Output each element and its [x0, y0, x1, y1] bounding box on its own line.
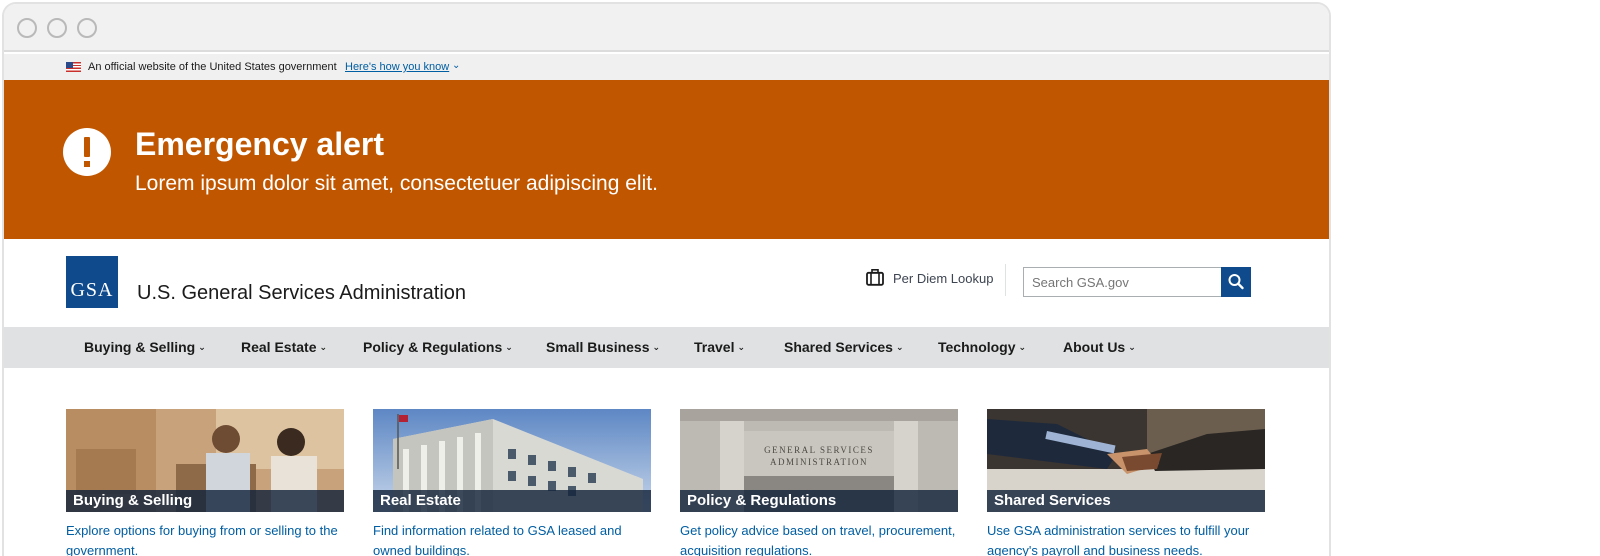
header-divider: [1005, 264, 1006, 296]
card-shared-services[interactable]: Shared Services Use GSA administration s…: [987, 409, 1265, 556]
nav-travel[interactable]: Travel ⌄: [694, 339, 745, 355]
chevron-down-icon: ⌄: [1128, 342, 1136, 352]
close-window-button[interactable]: [17, 18, 37, 38]
nav-label: About Us: [1063, 339, 1126, 355]
chevron-down-icon: ⌄: [737, 342, 746, 352]
chevron-down-icon: ⌄: [1018, 342, 1027, 352]
svg-text:ADMINISTRATION: ADMINISTRATION: [770, 457, 868, 467]
card-description[interactable]: Get policy advice based on travel, procu…: [680, 521, 958, 556]
nav-label: Buying & Selling: [84, 339, 196, 355]
official-gov-banner: An official website of the United States…: [4, 54, 1329, 80]
chevron-down-icon: ⌄: [198, 342, 206, 352]
per-diem-lookup-link[interactable]: Per Diem Lookup: [893, 271, 993, 286]
nav-policy-regulations[interactable]: Policy & Regulations ⌄: [363, 339, 513, 355]
card-description[interactable]: Find information related to GSA leased a…: [373, 521, 651, 556]
card-real-estate[interactable]: Real Estate Find information related to …: [373, 409, 651, 556]
card-image[interactable]: GENERAL SERVICES ADMINISTRATION Policy &…: [680, 409, 958, 512]
nav-label: Small Business: [546, 339, 650, 355]
svg-text:GENERAL SERVICES: GENERAL SERVICES: [764, 445, 874, 455]
nav-technology[interactable]: Technology ⌄: [938, 339, 1026, 355]
card-image[interactable]: Buying & Selling: [66, 409, 344, 512]
card-policy-regulations[interactable]: GENERAL SERVICES ADMINISTRATION Policy &…: [680, 409, 958, 556]
site-header: GSA U.S. General Services Administration…: [4, 239, 1329, 327]
zoom-window-button[interactable]: [77, 18, 97, 38]
chevron-down-icon[interactable]: ⌄: [452, 60, 460, 71]
suitcase-icon[interactable]: [866, 269, 884, 286]
gov-banner-text: An official website of the United States…: [88, 61, 337, 73]
nav-real-estate[interactable]: Real Estate ⌄: [241, 339, 327, 355]
chevron-down-icon: ⌄: [895, 342, 904, 352]
nav-small-business[interactable]: Small Business ⌄: [546, 339, 660, 355]
main-navigation: Buying & Selling ⌄ Real Estate ⌄ Policy & …: [4, 327, 1329, 368]
alert-body: Lorem ipsum dolor sit amet, consectetuer…: [135, 172, 658, 195]
us-flag-icon: [66, 62, 81, 72]
minimize-window-button[interactable]: [47, 18, 67, 38]
search-button[interactable]: [1221, 267, 1251, 297]
topic-cards: Buying & Selling Explore options for buy…: [4, 409, 1329, 556]
nav-label: Real Estate: [241, 339, 317, 355]
heres-how-you-know-link[interactable]: Here's how you know: [345, 61, 449, 73]
window-titlebar: [4, 4, 1329, 52]
nav-label: Shared Services: [784, 339, 893, 355]
card-image[interactable]: Shared Services: [987, 409, 1265, 512]
nav-shared-services[interactable]: Shared Services ⌄: [784, 339, 904, 355]
chevron-down-icon: ⌄: [319, 342, 328, 352]
emergency-alert: Emergency alert Lorem ipsum dolor sit am…: [4, 80, 1329, 239]
card-title[interactable]: Shared Services: [987, 490, 1265, 512]
browser-window: An official website of the United States…: [2, 2, 1331, 556]
nav-label: Policy & Regulations: [363, 339, 503, 355]
exclamation-icon: [63, 128, 111, 176]
chevron-down-icon: ⌄: [652, 342, 661, 352]
card-description[interactable]: Use GSA administration services to fulfi…: [987, 521, 1265, 556]
card-title[interactable]: Policy & Regulations: [680, 490, 958, 512]
card-image[interactable]: Real Estate: [373, 409, 651, 512]
nav-label: Technology: [938, 339, 1016, 355]
search-icon: [1228, 274, 1244, 290]
agency-name[interactable]: U.S. General Services Administration: [137, 282, 466, 305]
card-title[interactable]: Buying & Selling: [66, 490, 344, 512]
card-buying-selling[interactable]: Buying & Selling Explore options for buy…: [66, 409, 344, 556]
card-description[interactable]: Explore options for buying from or selli…: [66, 521, 344, 556]
nav-label: Travel: [694, 339, 735, 355]
gsa-logo[interactable]: GSA: [66, 256, 118, 308]
chevron-down-icon: ⌄: [505, 342, 513, 352]
card-title[interactable]: Real Estate: [373, 490, 651, 512]
nav-buying-selling[interactable]: Buying & Selling ⌄: [84, 339, 206, 355]
search-input[interactable]: [1023, 267, 1223, 297]
nav-about-us[interactable]: About Us ⌄: [1063, 339, 1136, 355]
alert-title: Emergency alert: [135, 126, 385, 162]
